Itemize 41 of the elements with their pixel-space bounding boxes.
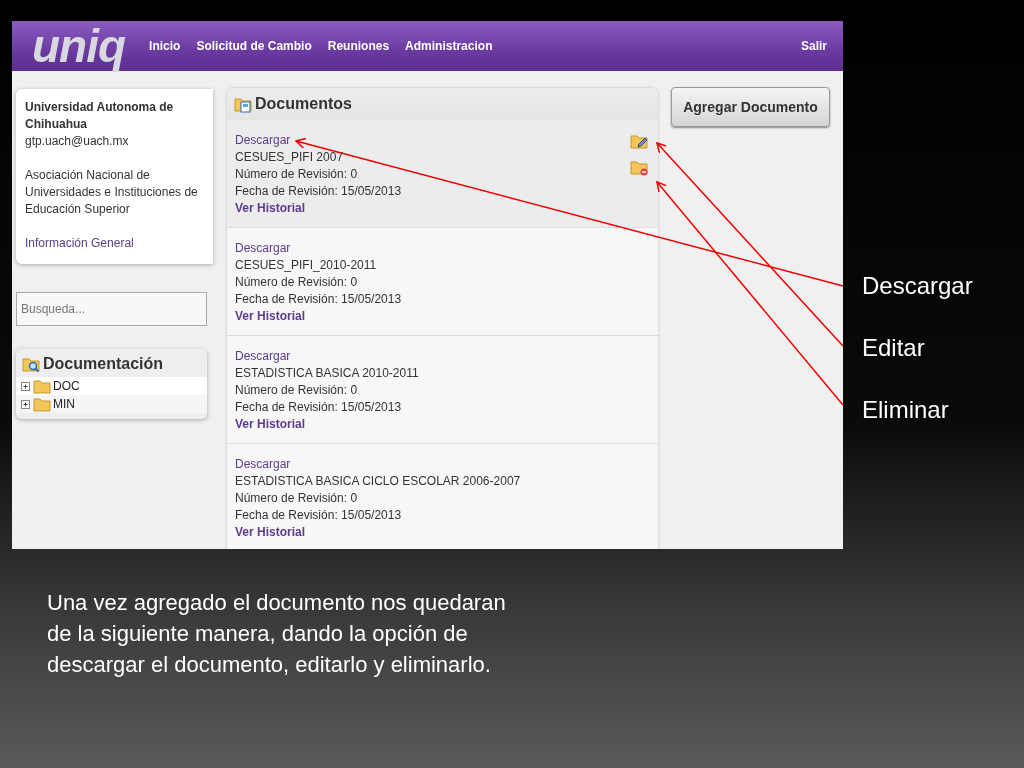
- panel-title: Documentación: [43, 355, 163, 373]
- tree-item[interactable]: MIN: [16, 395, 207, 413]
- revision-number: Número de Revisión: 0: [235, 382, 358, 399]
- tree-item-label: MIN: [53, 397, 75, 411]
- download-link[interactable]: Descargar: [235, 132, 291, 149]
- callout-label: Eliminar: [862, 396, 950, 424]
- search-field[interactable]: Busqueda...: [16, 292, 207, 326]
- logout-link[interactable]: Salir: [793, 39, 835, 53]
- tree-item-label: DOC: [53, 379, 80, 393]
- organization-text: Asociación Nacional de Universidades e Instituciones de Educación Superior: [25, 167, 199, 218]
- history-link[interactable]: Ver Historial: [235, 524, 306, 541]
- callout-label: Descargar: [862, 272, 973, 300]
- nav-link[interactable]: Reuniones: [319, 39, 398, 53]
- revision-number: Número de Revisión: 0: [235, 490, 358, 507]
- document-name: CESUES_PIFI 2007: [235, 149, 344, 166]
- history-link[interactable]: Ver Historial: [235, 308, 306, 325]
- download-link[interactable]: Descargar: [235, 456, 291, 473]
- logo: uniq: [32, 21, 126, 71]
- nav-link[interactable]: Administracion: [397, 39, 501, 53]
- history-link[interactable]: Ver Historial: [235, 416, 306, 433]
- revision-date: Fecha de Revisión: 15/05/2013: [235, 399, 402, 416]
- caption-text: Una vez agregado el documento nos quedaran de la siguiente manera, dando la opción de descargar el documento, editarlo y eliminarlo.: [47, 589, 507, 679]
- panel-title: Documentos: [255, 95, 352, 113]
- add-document-button[interactable]: Agregar Documento: [671, 87, 830, 127]
- revision-number: Número de Revisión: 0: [235, 274, 358, 291]
- revision-date: Fecha de Revisión: 15/05/2013: [235, 291, 402, 308]
- callout-label: Editar: [862, 334, 926, 362]
- general-info-link[interactable]: Información General: [25, 235, 205, 252]
- revision-date: Fecha de Revisión: 15/05/2013: [235, 183, 402, 200]
- history-link[interactable]: Ver Historial: [235, 200, 306, 217]
- tree-item[interactable]: DOC: [16, 377, 207, 395]
- document-name: ESTADISTICA BASICA 2010-2011: [235, 365, 419, 382]
- nav-link[interactable]: Solicitud de Cambio: [188, 39, 320, 53]
- nav-link[interactable]: Inicio: [141, 39, 189, 53]
- email-text: gtp.uach@uach.mx: [25, 133, 130, 150]
- document-name: CESUES_PIFI_2010-2011: [235, 257, 377, 274]
- revision-number: Número de Revisión: 0: [235, 166, 358, 183]
- download-link[interactable]: Descargar: [235, 348, 291, 365]
- document-name: ESTADISTICA BASICA CICLO ESCOLAR 2006-2007: [235, 473, 521, 490]
- revision-date: Fecha de Revisión: 15/05/2013: [235, 507, 402, 524]
- download-link[interactable]: Descargar: [235, 240, 291, 257]
